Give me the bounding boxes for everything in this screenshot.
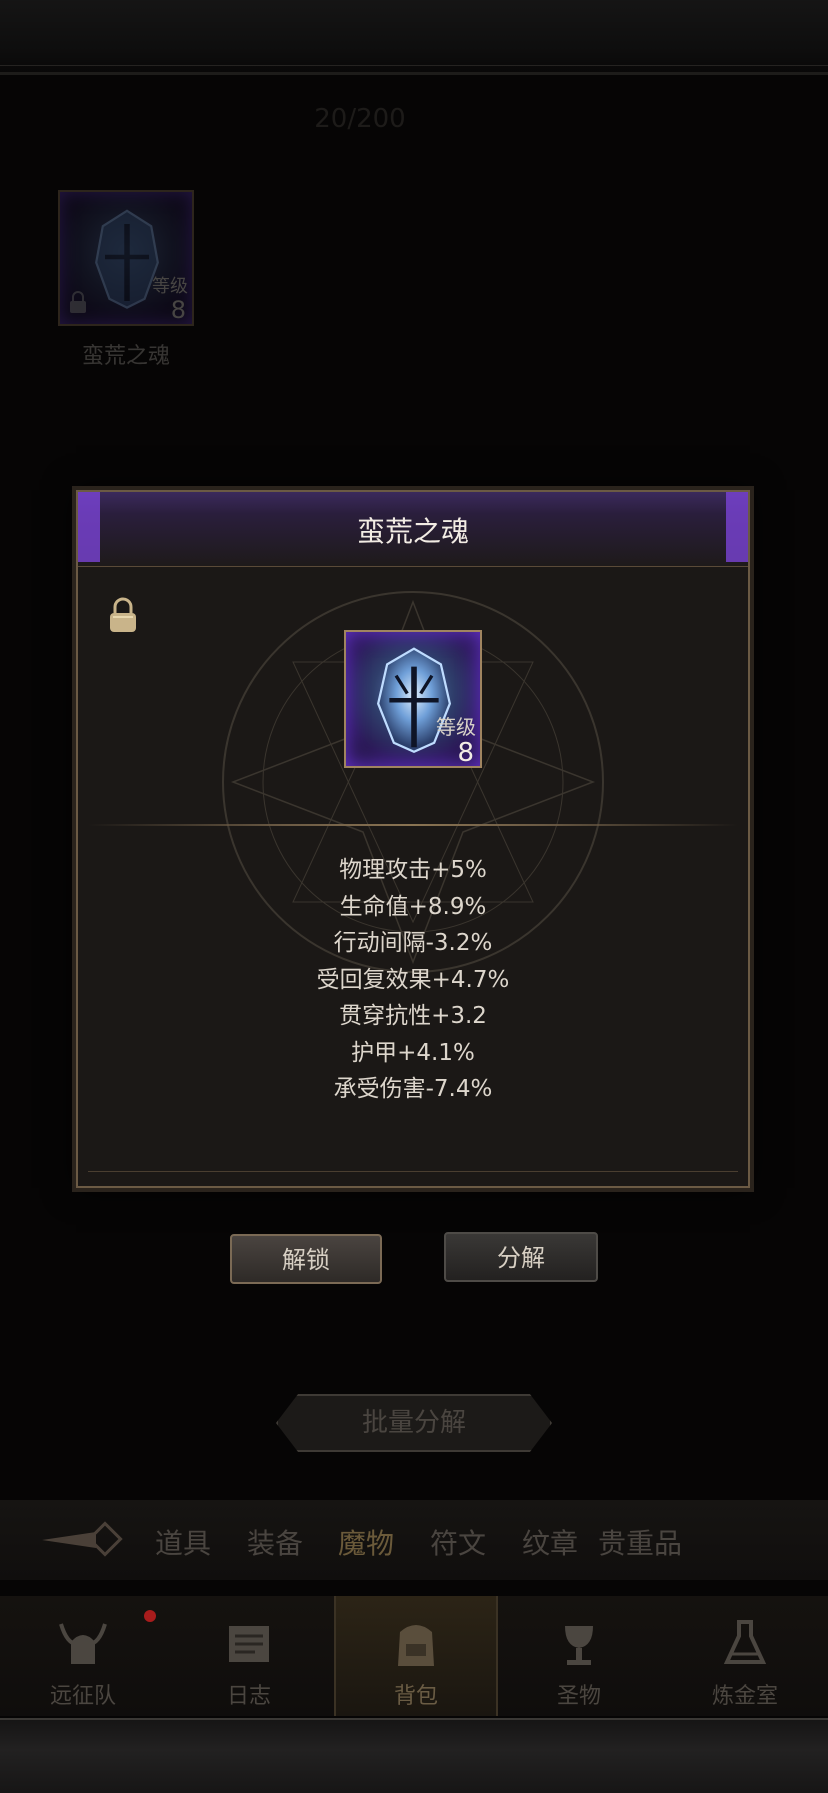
app-root: 20/200 等级 8 蛮荒之魂 蛮荒之魂 等级 8 物理攻击+5% 生命值+8… xyxy=(0,0,828,1793)
bottom-decorative-frame xyxy=(0,1718,828,1793)
batch-decompose-button[interactable]: 批量分解 xyxy=(276,1394,552,1452)
tab-equipment[interactable]: 装备 xyxy=(247,1522,303,1562)
lock-icon xyxy=(70,291,86,313)
decompose-button[interactable]: 分解 xyxy=(444,1232,598,1282)
nav-backpack[interactable]: 背包 xyxy=(334,1596,498,1716)
stat-line: 受回复效果+4.7% xyxy=(316,966,510,993)
modal-title: 蛮荒之魂 xyxy=(356,515,469,548)
bottom-navigation: 远征队 日志 背包 圣物 炼金室 xyxy=(0,1596,828,1716)
unlock-button[interactable]: 解锁 xyxy=(230,1234,382,1284)
tab-items[interactable]: 道具 xyxy=(155,1522,211,1562)
category-tab-bar: 道具 装备 魔物 符文 纹章 贵重品 xyxy=(0,1500,828,1580)
tab-emblems[interactable]: 纹章 xyxy=(522,1522,578,1562)
lock-icon[interactable] xyxy=(108,596,138,634)
modal-header: 蛮荒之魂 xyxy=(78,492,748,567)
item-level-value: 8 xyxy=(457,738,474,768)
item-level-value: 8 xyxy=(170,296,186,324)
nav-label: 远征队 xyxy=(49,1684,116,1709)
modal-divider xyxy=(88,824,738,826)
stat-line: 护甲+4.1% xyxy=(351,1039,475,1066)
horned-helmet-icon xyxy=(59,1623,107,1664)
item-icon-large: 等级 8 xyxy=(344,630,482,768)
item-level-label: 等级 xyxy=(436,715,476,739)
item-stats-list: 物理攻击+5% 生命值+8.9% 行动间隔-3.2% 受回复效果+4.7% 贯穿… xyxy=(78,852,748,1108)
nav-relics[interactable]: 圣物 xyxy=(504,1596,654,1716)
nav-label: 圣物 xyxy=(556,1684,601,1709)
nav-label: 日志 xyxy=(226,1684,271,1709)
inventory-item-name: 蛮荒之魂 xyxy=(81,344,170,369)
inventory-capacity: 20/200 xyxy=(314,104,406,134)
nav-journal[interactable]: 日志 xyxy=(174,1596,324,1716)
stat-line: 物理攻击+5% xyxy=(339,857,487,883)
back-arrow-icon[interactable] xyxy=(36,1518,126,1562)
scroll-icon xyxy=(229,1626,269,1662)
modal-bottom-border xyxy=(88,1171,738,1172)
item-detail-modal: 蛮荒之魂 等级 8 物理攻击+5% 生命值+8.9% 行动间隔-3.2% 受回复… xyxy=(76,490,750,1188)
item-level-label: 等级 xyxy=(152,276,188,297)
stat-line: 承受伤害-7.4% xyxy=(333,1076,493,1102)
backpack-icon xyxy=(398,1625,434,1666)
tab-valuables[interactable]: 贵重品 xyxy=(598,1522,682,1562)
tab-monsters[interactable]: 魔物 xyxy=(338,1522,394,1562)
tab-runes[interactable]: 符文 xyxy=(430,1522,486,1562)
stat-line: 行动间隔-3.2% xyxy=(333,930,493,956)
inventory-item-card[interactable]: 等级 8 xyxy=(58,190,194,326)
stat-line: 贯穿抗性+3.2 xyxy=(339,1003,487,1029)
nav-label: 背包 xyxy=(393,1684,438,1709)
nav-expedition[interactable]: 远征队 xyxy=(8,1596,158,1716)
top-decorative-frame xyxy=(0,0,828,75)
nav-alchemy[interactable]: 炼金室 xyxy=(670,1596,820,1716)
notification-dot xyxy=(144,1610,156,1622)
alchemy-icon xyxy=(723,1620,767,1664)
stat-line: 生命值+8.9% xyxy=(339,893,487,920)
chalice-icon xyxy=(565,1626,593,1665)
nav-label: 炼金室 xyxy=(711,1684,778,1709)
